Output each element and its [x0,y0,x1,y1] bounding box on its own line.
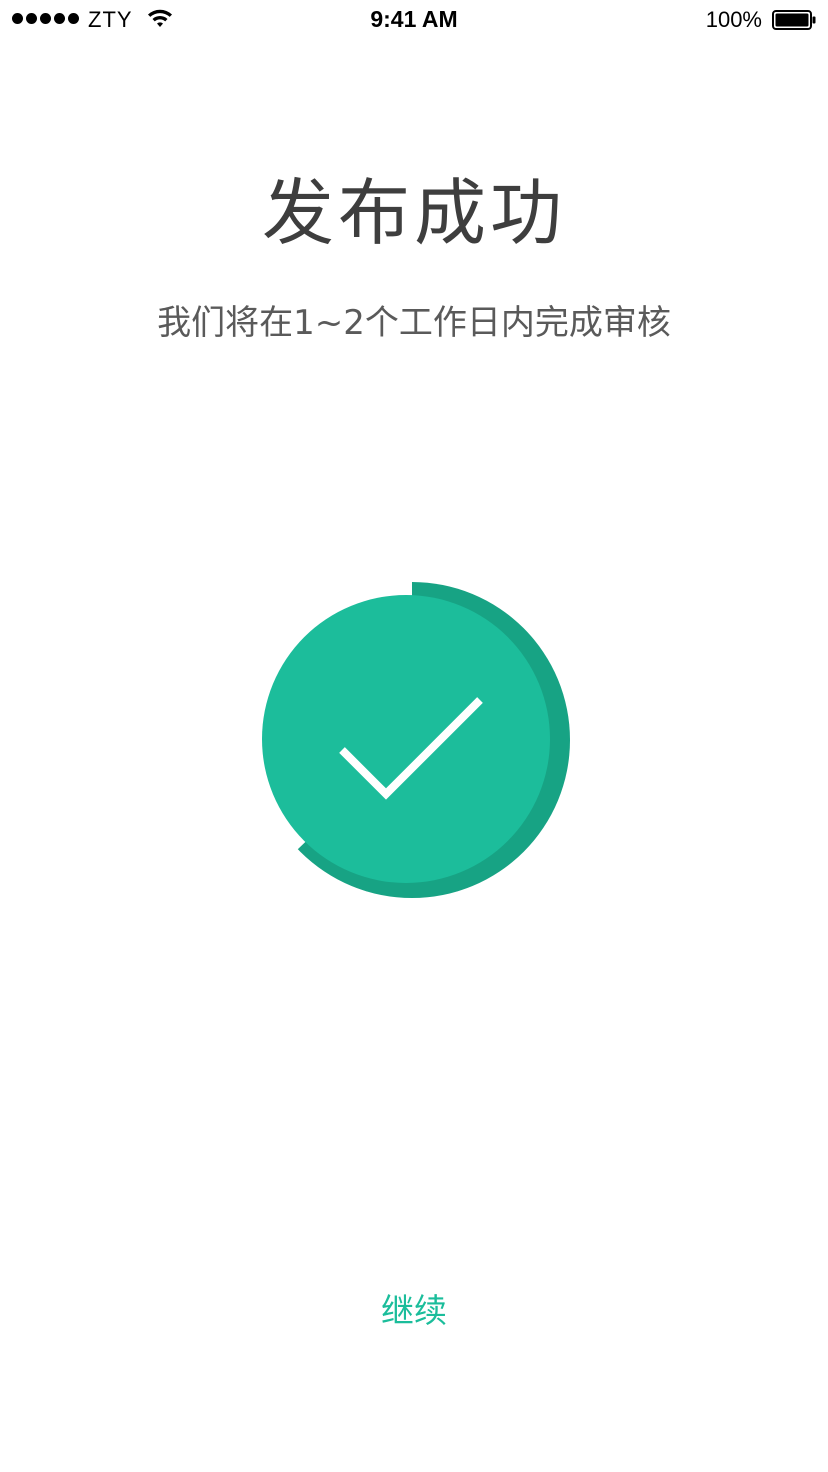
page-title: 发布成功 [261,171,566,255]
battery-icon [772,10,816,30]
battery-percent: 100% [705,7,762,32]
status-time: 9:41 AM [370,6,458,32]
success-checkmark-icon [262,582,570,898]
continue-button[interactable]: 继续 [314,1286,514,1336]
status-bar: ZTY 9:41 AM 100% [0,0,828,40]
review-notice: 我们将在1~2个工作日内完成审核 [157,303,671,343]
